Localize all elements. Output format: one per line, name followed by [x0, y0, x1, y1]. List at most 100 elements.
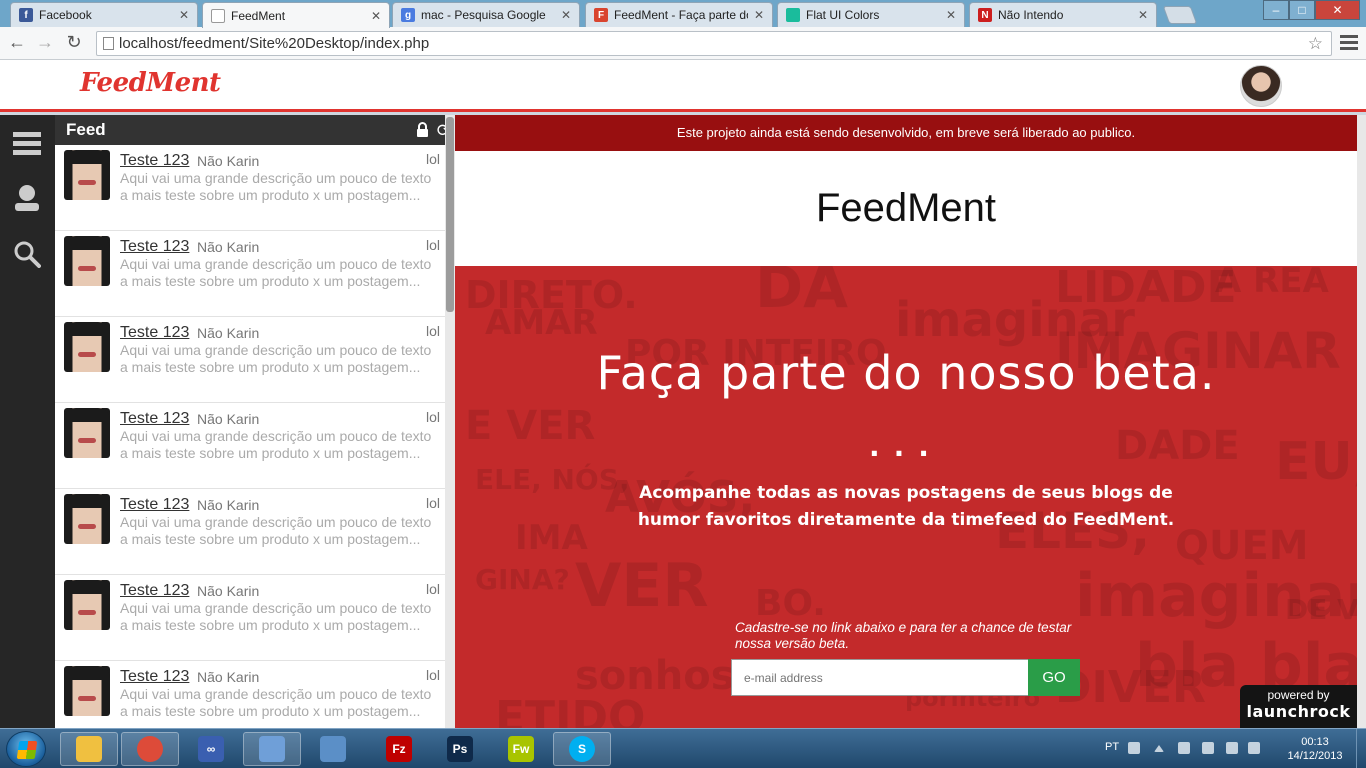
- browser-tab[interactable]: FeedMent ✕: [202, 2, 390, 28]
- browser-tab[interactable]: g mac - Pesquisa Google ✕: [392, 2, 580, 27]
- browser-tab[interactable]: F FeedMent - Faça parte do ✕: [585, 2, 773, 27]
- flag-icon[interactable]: [1178, 742, 1190, 754]
- page-icon: [211, 8, 225, 23]
- launchrock-badge[interactable]: powered by launchrock: [1240, 685, 1357, 728]
- browser-menu-icon[interactable]: [1340, 35, 1358, 53]
- lock-icon[interactable]: [416, 122, 429, 142]
- hero-background-word: ETIDO: [495, 692, 646, 729]
- feed-item-title[interactable]: Teste 123: [120, 668, 189, 686]
- feed-item-title[interactable]: Teste 123: [120, 238, 189, 256]
- feed-title: Feed: [66, 120, 106, 139]
- feed-item-author: Não Karin: [197, 153, 260, 169]
- forward-icon[interactable]: →: [34, 32, 56, 53]
- taskbar-app-skype[interactable]: S: [553, 732, 611, 766]
- fireworks-icon: Fw: [508, 736, 534, 762]
- hero-background-word: VER: [575, 551, 709, 621]
- cube-icon: [259, 736, 285, 762]
- feed-item-title[interactable]: Teste 123: [120, 496, 189, 514]
- taskbar-app-app-loop[interactable]: ∞: [182, 732, 240, 766]
- page-scrollbar[interactable]: [1357, 115, 1366, 728]
- feed-item-avatar: [64, 494, 110, 544]
- feed-item-description: Aqui vai uma grande descrição um pouco d…: [120, 428, 432, 461]
- feed-item[interactable]: Teste 123 Não Karin lol Aqui vai uma grande…: [55, 317, 445, 403]
- google-icon: g: [401, 8, 415, 22]
- profile-icon[interactable]: [12, 183, 42, 213]
- feed-item-title[interactable]: Teste 123: [120, 324, 189, 342]
- site-logo[interactable]: FeedMent: [80, 68, 221, 98]
- taskbar-app-explorer[interactable]: [60, 732, 118, 766]
- feed-item-title[interactable]: Teste 123: [120, 152, 189, 170]
- feed-scrollbar-thumb[interactable]: [446, 117, 454, 312]
- close-tab-icon[interactable]: ✕: [1138, 8, 1148, 22]
- browser-tab[interactable]: f Facebook ✕: [10, 2, 198, 27]
- hero-dots: ...: [869, 430, 943, 463]
- feed-scrollbar[interactable]: [445, 115, 455, 728]
- clock-time: 00:13: [1301, 736, 1329, 748]
- feed-item-avatar: [64, 666, 110, 716]
- browser-toolbar: ← → ↻ localhost/feedment/Site%20Desktop/…: [0, 27, 1366, 60]
- close-tab-icon[interactable]: ✕: [946, 8, 956, 22]
- close-tab-icon[interactable]: ✕: [371, 9, 381, 23]
- hero-background-word: DA: [755, 266, 849, 321]
- close-tab-icon[interactable]: ✕: [179, 8, 189, 22]
- reload-icon[interactable]: ↻: [63, 32, 85, 53]
- taskbar-app-virtualbox[interactable]: [243, 732, 301, 766]
- system-clock[interactable]: 00:13 14/12/2013: [1280, 735, 1350, 763]
- feed-list-icon[interactable]: [12, 129, 42, 159]
- window-maximize-button[interactable]: □: [1289, 0, 1315, 20]
- feed-item[interactable]: Teste 123 Não Karin lol Aqui vai uma grande…: [55, 145, 445, 231]
- taskbar-app-filezilla[interactable]: Fz: [370, 732, 428, 766]
- feed-item[interactable]: Teste 123 Não Karin lol Aqui vai uma grande…: [55, 403, 445, 489]
- browser-tab[interactable]: Flat UI Colors ✕: [777, 2, 965, 27]
- window-close-button[interactable]: ✕: [1315, 0, 1360, 20]
- address-bar[interactable]: localhost/feedment/Site%20Desktop/index.…: [96, 31, 1332, 56]
- feed-item-description: Aqui vai uma grande descrição um pouco d…: [120, 256, 432, 289]
- language-indicator[interactable]: PT: [1105, 741, 1119, 753]
- hero-background-word: LIDADE: [1055, 266, 1237, 313]
- taskbar-app-photoshop[interactable]: Ps: [431, 732, 489, 766]
- side-nav-rail: [0, 115, 55, 728]
- power-icon[interactable]: [1202, 742, 1214, 754]
- feed-item[interactable]: Teste 123 Não Karin lol Aqui vai uma grande…: [55, 489, 445, 575]
- email-input[interactable]: [731, 659, 1029, 696]
- network-signal-icon[interactable]: [1226, 742, 1238, 754]
- new-tab-button[interactable]: [1162, 6, 1198, 24]
- feed-item[interactable]: Teste 123 Não Karin lol Aqui vai uma grande…: [55, 575, 445, 661]
- keyboard-icon[interactable]: [1128, 742, 1140, 754]
- development-notice: Este projeto ainda está sendo desenvolvi…: [455, 115, 1357, 151]
- feed-item-avatar: [64, 580, 110, 630]
- feed-item-title[interactable]: Teste 123: [120, 410, 189, 428]
- feed-item-author: Não Karin: [197, 669, 260, 685]
- hero-background-word: DE VER: [1285, 593, 1357, 626]
- hero-background-word: DIRETO.: [465, 273, 638, 317]
- back-icon[interactable]: ←: [6, 32, 28, 53]
- window-minimize-button[interactable]: –: [1263, 0, 1289, 20]
- taskbar-app-chrome[interactable]: [121, 732, 179, 766]
- chrome-icon: [137, 736, 163, 762]
- search-icon[interactable]: [12, 239, 42, 269]
- taskbar-app-fireworks[interactable]: Fw: [492, 732, 550, 766]
- feed-item-author: Não Karin: [197, 411, 260, 427]
- feed-item[interactable]: Teste 123 Não Karin lol Aqui vai uma grande…: [55, 231, 445, 317]
- hero-subtitle: Acompanhe todas as novas postagens de se…: [637, 483, 1175, 530]
- start-button[interactable]: [6, 731, 46, 767]
- hero-background-word: QUEM: [1175, 523, 1309, 569]
- network-icon: [320, 736, 346, 762]
- user-avatar[interactable]: [1240, 65, 1282, 107]
- feed-item-title[interactable]: Teste 123: [120, 582, 189, 600]
- feed-list: Teste 123 Não Karin lol Aqui vai uma grande…: [55, 145, 445, 728]
- show-hidden-icons[interactable]: [1154, 745, 1164, 752]
- show-desktop-button[interactable]: [1356, 729, 1366, 768]
- browser-tab[interactable]: N Não Intendo ✕: [969, 2, 1157, 27]
- hero-background-word: imaginar: [895, 292, 1135, 348]
- tab-title: mac - Pesquisa Google: [421, 8, 546, 22]
- close-tab-icon[interactable]: ✕: [561, 8, 571, 22]
- close-tab-icon[interactable]: ✕: [754, 8, 764, 22]
- taskbar-app-network[interactable]: [304, 732, 362, 766]
- go-button[interactable]: GO: [1028, 659, 1080, 696]
- volume-icon[interactable]: [1248, 742, 1260, 754]
- feed-item[interactable]: Teste 123 Não Karin lol Aqui vai uma grande…: [55, 661, 445, 728]
- tab-title: FeedMent: [231, 8, 286, 23]
- feed-header: Feed ⟳: [55, 115, 455, 145]
- bookmark-star-icon[interactable]: ☆: [1308, 32, 1323, 55]
